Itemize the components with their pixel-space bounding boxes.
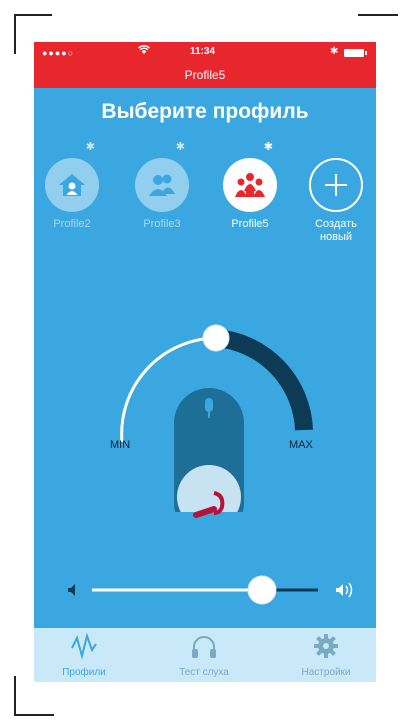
profile-item-profile2[interactable]: ✱ Profile2 — [38, 141, 106, 231]
gear-icon — [314, 634, 338, 658]
people-icon — [149, 174, 175, 196]
hearing-aid-icon — [184, 481, 234, 531]
profile-label: Profile2 — [53, 218, 91, 230]
profile-item-profile3[interactable]: ✱ Profile3 — [128, 141, 196, 231]
add-profile-button[interactable] — [309, 158, 363, 212]
tab-label: Профили — [62, 667, 106, 678]
wifi-icon — [138, 45, 150, 58]
tab-profiles[interactable]: Профили — [34, 632, 134, 678]
profile-item-profile5[interactable]: ✱ Profile5 — [216, 141, 284, 231]
tab-hearing-test[interactable]: Тест слуха — [154, 632, 254, 678]
home-icon — [59, 174, 85, 196]
profile-label: Profile3 — [143, 218, 181, 230]
bluetooth-icon: ✱ — [263, 141, 273, 153]
bluetooth-icon: ✱ — [85, 141, 95, 153]
active-profile-name: Profile5 — [184, 68, 226, 82]
crop-mark — [358, 14, 398, 16]
volume-knob[interactable] — [247, 575, 277, 605]
group-icon — [235, 173, 265, 197]
create-profile-button[interactable]: Создать новый — [302, 158, 370, 244]
speaker-high-icon — [336, 582, 353, 598]
profile-button[interactable]: ✱ — [223, 141, 277, 212]
waveform-icon — [71, 632, 97, 660]
profile-button[interactable]: ✱ — [135, 141, 189, 212]
profile-label: Profile5 — [231, 218, 269, 230]
battery-icon — [344, 49, 367, 57]
crop-mark — [14, 14, 52, 16]
bluetooth-icon: ✱ — [330, 46, 339, 57]
profile-label: Создать новый — [315, 218, 357, 243]
dial-min-label: MIN — [110, 439, 131, 451]
tab-label: Тест слуха — [179, 667, 229, 678]
page-title: Выберите профиль — [101, 100, 309, 123]
volume-slider[interactable] — [34, 570, 376, 610]
tab-bar: Профили Тест слуха Настройки — [34, 628, 376, 682]
app-screen: ●●●●○ 11:34 ✱ Profile5 Выберите профиль … — [34, 42, 376, 682]
dial-max-label: MAX — [289, 439, 313, 451]
speaker-low-icon — [68, 584, 75, 596]
crop-mark — [14, 14, 16, 54]
crop-mark — [14, 676, 16, 716]
clock: 11:34 — [190, 46, 216, 57]
crop-mark — [14, 714, 54, 716]
plus-icon — [325, 174, 347, 196]
tab-label: Настройки — [301, 667, 351, 678]
signal-indicator: ●●●●○ — [42, 48, 75, 58]
bluetooth-icon: ✱ — [175, 141, 185, 153]
tab-settings[interactable]: Настройки — [276, 632, 376, 678]
dial-knob[interactable] — [202, 324, 230, 352]
profile-button[interactable]: ✱ — [45, 141, 99, 212]
headphones-icon — [192, 636, 216, 658]
status-bar: ●●●●○ 11:34 ✱ Profile5 — [34, 42, 376, 88]
